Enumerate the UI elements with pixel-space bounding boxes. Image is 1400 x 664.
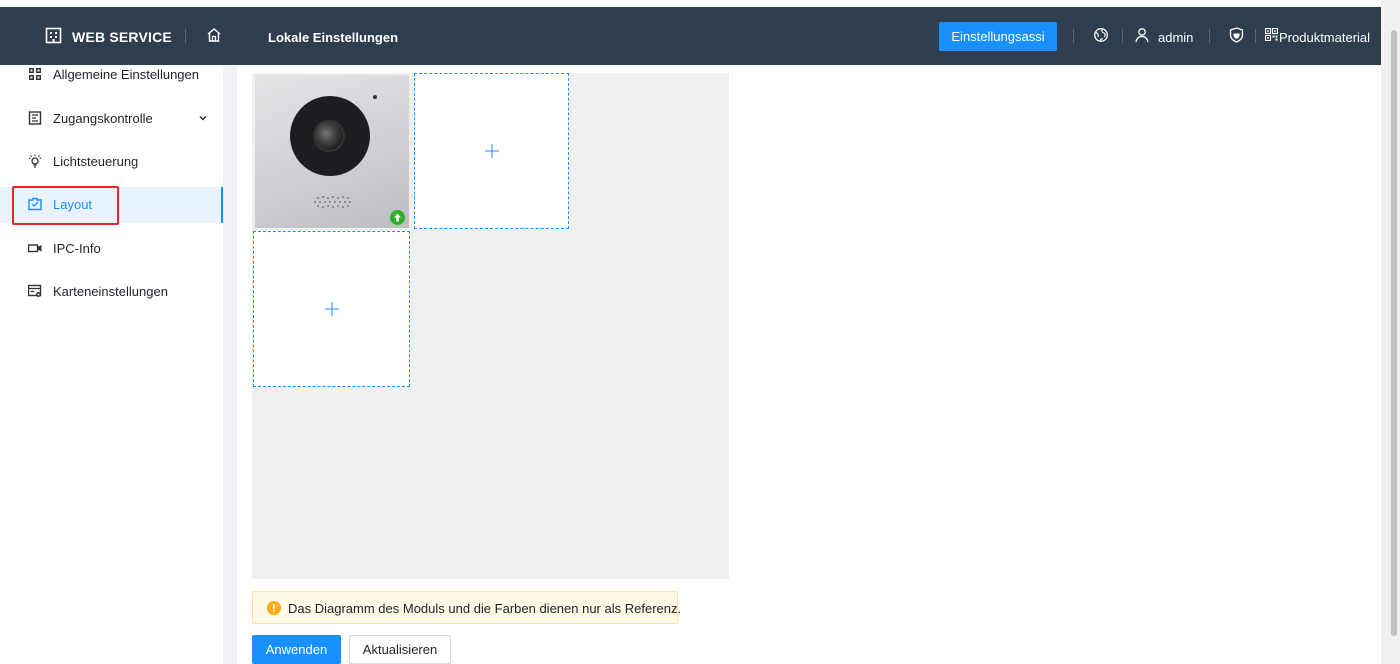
grid-icon <box>29 68 41 80</box>
intercom-module-image[interactable] <box>255 75 409 228</box>
building-icon <box>45 27 62 44</box>
sidebar-item-access-control[interactable]: Zugangskontrolle <box>0 101 223 137</box>
notice-text: Das Diagramm des Moduls und die Farben d… <box>288 601 682 616</box>
page-title: Lokale Einstellungen <box>268 30 399 45</box>
header-separator <box>1255 29 1256 43</box>
content-divider <box>223 65 237 664</box>
sidebar-item-label: IPC-Info <box>53 241 101 256</box>
user-name[interactable]: admin <box>1158 30 1193 45</box>
sidebar-item-layout[interactable]: Layout <box>0 187 223 223</box>
camera-icon <box>28 244 42 253</box>
brand-title: WEB SERVICE <box>72 29 172 45</box>
empty-module-slot[interactable] <box>253 231 410 387</box>
header-separator <box>1122 29 1123 43</box>
globe-icon[interactable] <box>1093 27 1109 43</box>
upload-arrow-icon[interactable] <box>390 210 405 225</box>
sidebar-item-label: Layout <box>53 197 93 212</box>
setup-wizard-button[interactable]: Einstellungsassi <box>939 22 1057 51</box>
card-settings-icon <box>28 284 42 297</box>
add-icon <box>324 302 339 316</box>
sidebar-item-label: Karteneinstellungen <box>53 284 168 299</box>
sidebar-item-label: Allgemeine Einstellungen <box>53 67 199 82</box>
apply-button[interactable]: Anwenden <box>252 635 341 664</box>
speaker-grille-icon <box>314 196 351 208</box>
header-separator <box>1209 29 1210 43</box>
sidebar-item-general-settings[interactable]: Allgemeine Einstellungen <box>0 57 223 93</box>
sidebar-item-card-settings[interactable]: Karteneinstellungen <box>0 274 223 310</box>
reference-notice: Das Diagramm des Moduls und die Farben d… <box>252 591 682 624</box>
scrollbar-thumb[interactable] <box>1391 30 1397 636</box>
camera-sensor <box>373 95 377 99</box>
sidebar: Allgemeine Einstellungen Zugangskontroll… <box>0 65 223 664</box>
top-strip <box>0 0 1400 7</box>
user-icon <box>1135 28 1149 43</box>
sidebar-item-ipc-info[interactable]: IPC-Info <box>0 231 223 267</box>
warning-icon <box>267 601 281 615</box>
qr-code-icon <box>1265 28 1278 41</box>
camera-lens <box>313 120 345 152</box>
sidebar-item-label: Lichtsteuerung <box>53 154 139 169</box>
access-control-icon <box>28 111 42 125</box>
light-bulb-icon <box>28 154 42 168</box>
sidebar-item-label: Zugangskontrolle <box>53 111 153 126</box>
shield-icon[interactable] <box>1229 27 1244 43</box>
sidebar-item-light-control[interactable]: Lichtsteuerung <box>0 144 223 180</box>
layout-icon <box>28 197 42 211</box>
product-material-link[interactable]: Produktmaterial <box>1279 30 1370 45</box>
chevron-down-icon[interactable] <box>198 113 208 123</box>
header-separator <box>1073 29 1074 43</box>
home-icon[interactable] <box>206 27 222 43</box>
empty-module-slot[interactable] <box>414 73 569 229</box>
refresh-button[interactable]: Aktualisieren <box>349 635 451 664</box>
header-separator <box>185 29 186 43</box>
add-icon <box>484 144 499 158</box>
